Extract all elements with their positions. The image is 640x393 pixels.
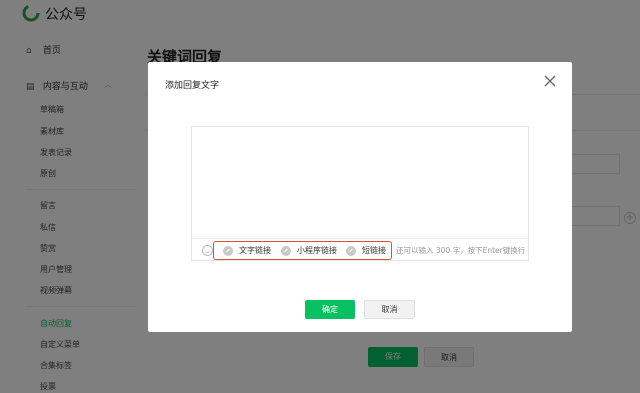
link-icon xyxy=(346,245,356,256)
text-link-label: 文字链接 xyxy=(239,246,271,255)
confirm-button[interactable]: 确定 xyxy=(305,300,355,319)
mini-program-link-label: 小程序链接 xyxy=(297,246,337,255)
short-link-button[interactable]: 短链接 xyxy=(346,245,386,256)
link-buttons-highlight: 文字链接 小程序链接 短链接 xyxy=(213,241,392,260)
link-icon xyxy=(223,245,233,256)
editor-toolbar: 文字链接 小程序链接 短链接 还可以输入 300 字，按下Enter键换行 xyxy=(192,238,528,260)
emoji-icon[interactable] xyxy=(202,245,213,256)
text-link-button[interactable]: 文字链接 xyxy=(223,245,271,256)
link-icon xyxy=(281,245,291,256)
dialog-cancel-button[interactable]: 取消 xyxy=(364,300,415,319)
dialog-title: 添加回复文字 xyxy=(165,81,220,91)
reply-text-editor: 文字链接 小程序链接 短链接 还可以输入 300 字，按下Enter键换行 xyxy=(191,126,529,261)
mini-program-link-button[interactable]: 小程序链接 xyxy=(281,245,337,256)
reply-text-input[interactable] xyxy=(192,127,528,238)
add-reply-text-dialog: 添加回复文字 文字链接 小程序链接 短链接 还可以输入 300 字，按下Ente… xyxy=(148,62,572,332)
close-icon[interactable] xyxy=(542,73,558,89)
character-count-hint: 还可以输入 300 字，按下Enter键换行 xyxy=(396,246,526,255)
short-link-label: 短链接 xyxy=(362,246,386,255)
